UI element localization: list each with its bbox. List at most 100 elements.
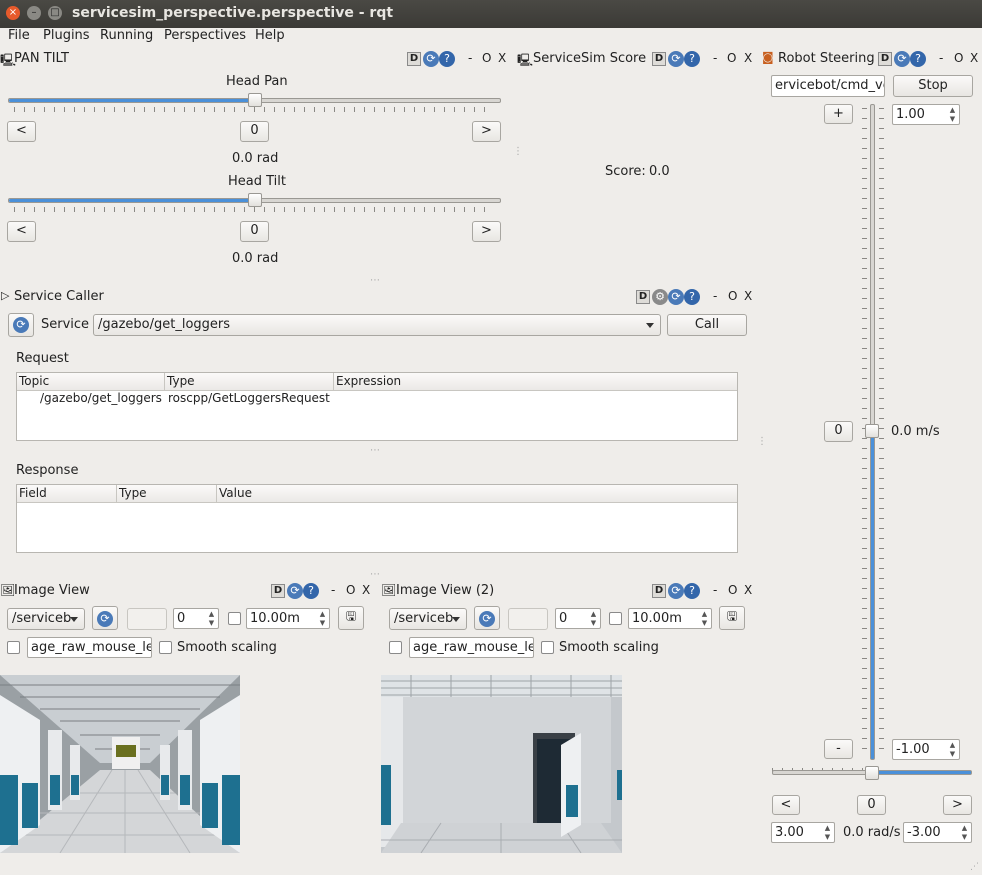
dock-float[interactable]: O <box>954 51 963 65</box>
camera-image-2[interactable] <box>381 675 622 853</box>
image-spin-1[interactable]: 0 ▲ ▼ <box>173 608 219 629</box>
image-range-spinbox[interactable]: 10.00m ▲ ▼ <box>246 608 330 629</box>
smooth-scaling-checkbox[interactable] <box>159 641 172 654</box>
mouse-topic-input[interactable]: age_raw_mouse_left <box>409 637 534 658</box>
refresh-icon[interactable]: ⟳ <box>423 51 439 67</box>
linear-plus-button[interactable]: + <box>824 104 853 124</box>
dock-minimize[interactable]: - <box>713 289 717 303</box>
refresh-icon[interactable]: ⟳ <box>894 51 910 67</box>
expand-triangle-icon[interactable]: ▷ <box>1 289 9 302</box>
maximize-window-icon[interactable]: □ <box>48 6 62 20</box>
dock-close[interactable]: X <box>744 51 752 65</box>
help-icon[interactable]: ? <box>684 583 700 599</box>
min-angular-spinbox[interactable]: -3.00 ▲ ▼ <box>903 822 972 843</box>
help-icon[interactable]: ? <box>439 51 455 67</box>
image-topic-select[interactable]: /serviceb <box>7 608 85 630</box>
dock-minimize[interactable]: - <box>939 51 943 65</box>
dock-d-button[interactable]: D <box>652 584 666 598</box>
dock-close[interactable]: X <box>362 583 370 597</box>
image-topic-select[interactable]: /serviceb <box>389 608 467 630</box>
cmd-vel-topic-input[interactable]: ervicebot/cmd_vel <box>771 75 885 97</box>
column-header[interactable]: Value <box>219 486 252 500</box>
close-window-icon[interactable]: × <box>6 6 20 20</box>
dock-float[interactable]: O <box>346 583 355 597</box>
dock-minimize[interactable]: - <box>468 51 472 65</box>
image-spin-2[interactable]: 0 ▲ ▼ <box>555 608 601 629</box>
head-tilt-right-button[interactable]: > <box>472 221 501 242</box>
dock-d-button[interactable]: D <box>878 52 892 66</box>
linear-zero-button[interactable]: 0 <box>824 421 853 442</box>
angular-velocity-slider[interactable] <box>772 766 972 780</box>
help-icon[interactable]: ? <box>684 289 700 305</box>
column-header[interactable]: Topic <box>19 374 49 388</box>
dock-close[interactable]: X <box>744 289 752 303</box>
mouse-checkbox[interactable] <box>7 641 20 654</box>
resize-grip[interactable]: ⋰ <box>970 862 980 872</box>
angular-zero-button[interactable]: 0 <box>857 795 886 815</box>
menu-perspectives[interactable]: Perspectives <box>164 28 246 44</box>
dock-float[interactable]: O <box>727 51 736 65</box>
service-select[interactable]: /gazebo/get_loggers <box>93 314 661 336</box>
head-tilt-value[interactable]: 0 <box>240 221 269 242</box>
splitter-handle[interactable]: ⋯ <box>370 445 381 456</box>
refresh-icon[interactable]: ⟳ <box>668 289 684 305</box>
dock-d-button[interactable]: D <box>652 52 666 66</box>
dock-minimize[interactable]: - <box>331 583 335 597</box>
gear-icon[interactable]: ⚙ <box>652 289 668 305</box>
dock-float[interactable]: O <box>728 289 737 303</box>
angular-left-button[interactable]: < <box>772 795 800 815</box>
head-pan-right-button[interactable]: > <box>472 121 501 142</box>
image-range-spinbox[interactable]: 10.00m ▲ ▼ <box>628 608 712 629</box>
camera-image-1[interactable] <box>0 675 240 853</box>
linear-minus-button[interactable]: - <box>824 739 853 759</box>
head-pan-value[interactable]: 0 <box>240 121 269 142</box>
column-header[interactable]: Field <box>19 486 47 500</box>
dock-minimize[interactable]: - <box>713 583 717 597</box>
minimize-window-icon[interactable]: – <box>27 6 41 20</box>
head-tilt-slider[interactable] <box>8 193 501 212</box>
column-header[interactable]: Expression <box>336 374 401 388</box>
menu-file[interactable]: File <box>8 28 30 44</box>
menu-running[interactable]: Running <box>100 28 153 44</box>
help-icon[interactable]: ? <box>684 51 700 67</box>
dock-d-button[interactable]: D <box>271 584 285 598</box>
max-angular-spinbox[interactable]: 3.00 ▲ ▼ <box>771 822 835 843</box>
max-linear-spinbox[interactable]: 1.00 ▲ ▼ <box>892 104 960 125</box>
help-icon[interactable]: ? <box>910 51 926 67</box>
dock-float[interactable]: O <box>728 583 737 597</box>
splitter-handle[interactable]: ⋮ <box>757 437 768 447</box>
dock-float[interactable]: O <box>482 51 491 65</box>
image-refresh-button[interactable]: ⟳ <box>474 606 500 630</box>
dock-close[interactable]: X <box>498 51 506 65</box>
angular-right-button[interactable]: > <box>943 795 972 815</box>
image-checkbox[interactable] <box>609 612 622 625</box>
head-pan-slider-thumb[interactable] <box>248 93 262 107</box>
save-image-button[interactable]: 🖫 <box>338 606 364 630</box>
menu-plugins[interactable]: Plugins <box>43 28 90 44</box>
stop-button[interactable]: Stop <box>893 75 973 97</box>
help-icon[interactable]: ? <box>303 583 319 599</box>
dock-minimize[interactable]: - <box>713 51 717 65</box>
head-pan-left-button[interactable]: < <box>7 121 36 142</box>
call-button[interactable]: Call <box>667 314 747 336</box>
column-header[interactable]: Type <box>167 374 195 388</box>
image-checkbox[interactable] <box>228 612 241 625</box>
splitter-handle[interactable]: ⋯ <box>370 569 381 580</box>
table-row[interactable]: /gazebo/get_loggers roscpp/GetLoggersReq… <box>17 391 737 407</box>
splitter-handle[interactable]: ⋯ <box>370 275 381 286</box>
head-tilt-slider-thumb[interactable] <box>248 193 262 207</box>
dock-close[interactable]: X <box>744 583 752 597</box>
smooth-scaling-checkbox[interactable] <box>541 641 554 654</box>
mouse-topic-input[interactable]: age_raw_mouse_left <box>27 637 152 658</box>
menu-help[interactable]: Help <box>255 28 285 44</box>
response-table[interactable]: Field Type Value <box>16 484 738 553</box>
angular-velocity-thumb[interactable] <box>865 766 879 780</box>
head-tilt-left-button[interactable]: < <box>7 221 36 242</box>
linear-velocity-thumb[interactable] <box>865 424 879 438</box>
mouse-checkbox[interactable] <box>389 641 402 654</box>
dock-d-button[interactable]: D <box>636 290 650 304</box>
dock-close[interactable]: X <box>970 51 978 65</box>
refresh-icon[interactable]: ⟳ <box>287 583 303 599</box>
request-table[interactable]: Topic Type Expression /gazebo/get_logger… <box>16 372 738 441</box>
linear-velocity-slider[interactable] <box>862 104 884 760</box>
